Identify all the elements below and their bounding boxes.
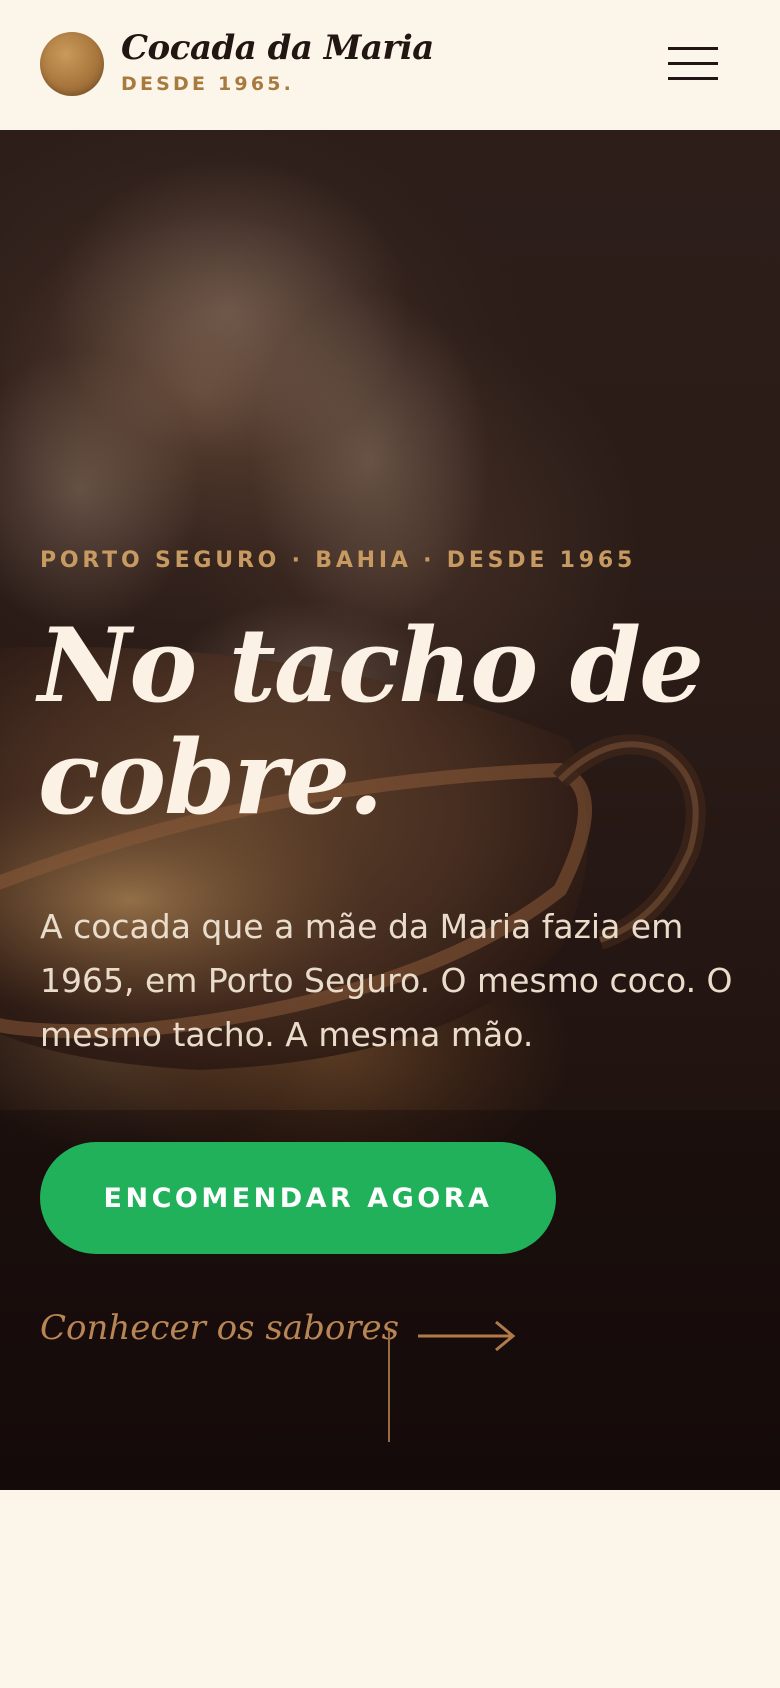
brand-tagline: DESDE 1965. bbox=[121, 73, 295, 95]
site-header: Cocada da Maria DESDE 1965. bbox=[0, 0, 780, 130]
coconut-logo-icon[interactable] bbox=[40, 32, 104, 96]
hamburger-menu-icon[interactable] bbox=[668, 44, 720, 84]
headline-line-1: No tacho de bbox=[38, 606, 704, 726]
hero-section: PORTO SEGURO · BAHIA · DESDE 1965 No tac… bbox=[0, 130, 780, 1490]
headline-line-2: cobre. bbox=[38, 718, 384, 838]
hero-headline: No tacho de cobre. bbox=[38, 610, 758, 834]
order-now-button[interactable]: ENCOMENDAR AGORA bbox=[40, 1142, 556, 1254]
hero-kicker: PORTO SEGURO · BAHIA · DESDE 1965 bbox=[40, 548, 637, 573]
arrow-right-icon[interactable] bbox=[416, 1318, 518, 1354]
hero-lead-text: A cocada que a mãe da Maria fazia em 196… bbox=[40, 907, 733, 1054]
explore-flavors-link[interactable]: Conhecer os sabores bbox=[40, 1308, 399, 1348]
scroll-indicator-line bbox=[388, 1330, 390, 1442]
brand-name[interactable]: Cocada da Maria bbox=[121, 28, 434, 68]
